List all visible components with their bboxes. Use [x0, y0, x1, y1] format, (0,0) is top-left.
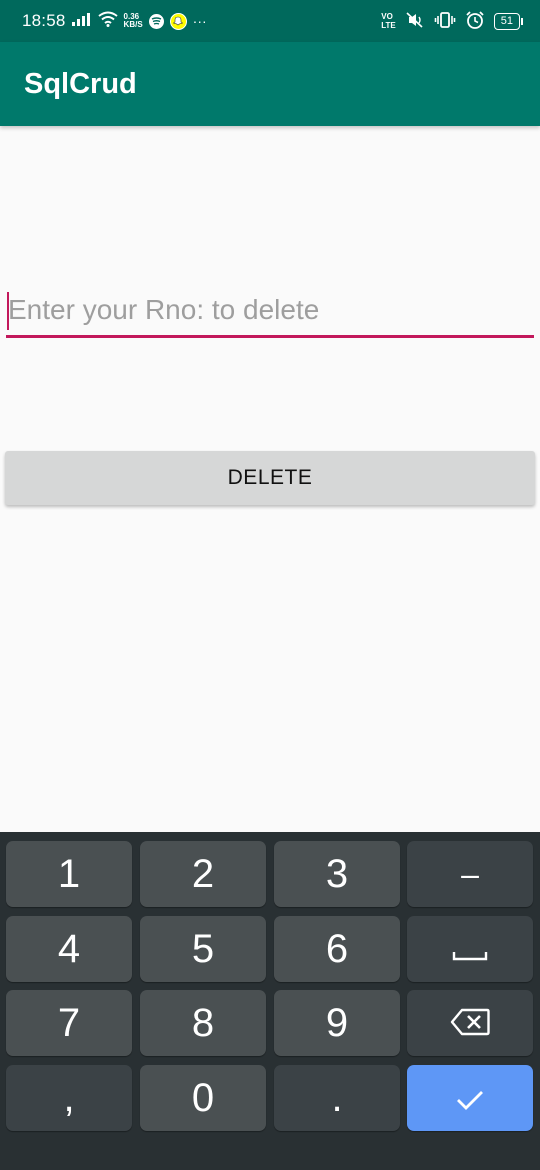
snapchat-icon [169, 12, 187, 30]
volte-bottom: LTE [381, 21, 396, 30]
key-period[interactable]: . [274, 1065, 400, 1131]
wifi-icon [97, 11, 118, 32]
volte-top: VO [381, 12, 393, 21]
key-3[interactable]: 3 [274, 841, 400, 907]
status-bar: 18:58 0.36 KB/S ··· VO LTE 51 [0, 0, 540, 42]
text-cursor [7, 292, 9, 330]
status-left: 18:58 0.36 KB/S ··· [22, 0, 207, 42]
key-7[interactable]: 7 [6, 990, 132, 1056]
app-toolbar: SqlCrud [0, 42, 540, 126]
key-8[interactable]: 8 [140, 990, 266, 1056]
key-6[interactable]: 6 [274, 916, 400, 982]
rno-input[interactable] [6, 284, 536, 336]
key-4[interactable]: 4 [6, 916, 132, 982]
backspace-icon [450, 1001, 490, 1046]
rno-input-underline [6, 335, 534, 338]
key-9[interactable]: 9 [274, 990, 400, 1056]
key-backspace[interactable] [407, 990, 533, 1056]
status-right: VO LTE 51 [381, 0, 524, 42]
key-space[interactable] [407, 916, 533, 982]
net-speed: 0.36 KB/S [124, 13, 143, 29]
key-2[interactable]: 2 [140, 841, 266, 907]
key-5[interactable]: 5 [140, 916, 266, 982]
vibrate-icon [434, 11, 456, 32]
key-comma[interactable]: , [6, 1065, 132, 1131]
overflow-dots: ··· [192, 13, 207, 29]
battery-level: 51 [500, 14, 513, 27]
mute-icon [405, 11, 425, 32]
spotify-icon [148, 13, 164, 29]
rno-field-container [6, 284, 536, 338]
key-done[interactable] [407, 1065, 533, 1131]
checkmark-icon [455, 1076, 485, 1121]
status-time: 18:58 [22, 11, 66, 30]
volte-indicator: VO LTE [381, 12, 396, 30]
app-title: SqlCrud [24, 68, 137, 100]
signal-icon [71, 11, 92, 31]
net-speed-unit: KB/S [123, 20, 143, 29]
numeric-keyboard: 1 2 3 – 4 5 6 7 8 9 , 0 . [0, 832, 540, 1170]
alarm-icon [465, 10, 485, 33]
battery-icon: 51 [493, 12, 524, 30]
key-0[interactable]: 0 [140, 1065, 266, 1131]
delete-button[interactable]: DELETE [5, 451, 535, 505]
key-minus[interactable]: – [407, 841, 533, 907]
key-1[interactable]: 1 [6, 841, 132, 907]
space-icon [452, 927, 488, 972]
